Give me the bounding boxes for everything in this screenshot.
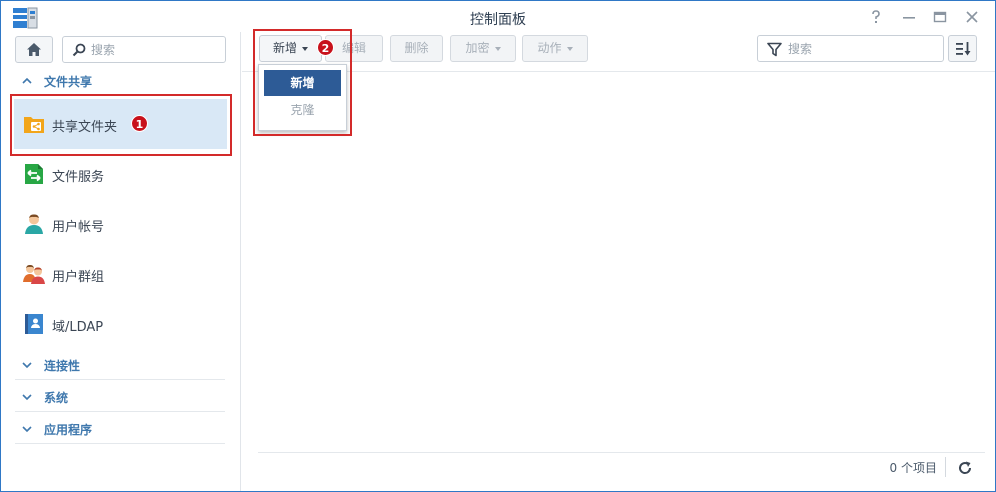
encrypt-button-label: 加密 <box>465 41 490 55</box>
section-applications[interactable]: 应用程序 <box>15 414 225 444</box>
file-services-icon <box>25 164 43 184</box>
sidebar-item-label: 用户帐号 <box>52 220 105 235</box>
chevron-down-icon <box>22 426 32 433</box>
sidebar-item-label: 文件服务 <box>52 170 105 185</box>
help-icon[interactable] <box>868 9 884 25</box>
section-label: 文件共享 <box>44 75 93 89</box>
sidebar-item-user-group[interactable]: 用户群组 <box>14 249 227 299</box>
section-label: 连接性 <box>44 359 81 373</box>
sort-icon <box>956 42 971 56</box>
shared-folder-list[interactable] <box>242 73 995 453</box>
sidebar-search-input[interactable] <box>91 41 221 59</box>
action-button[interactable]: 动作 <box>522 35 588 62</box>
delete-button-label: 删除 <box>404 41 429 55</box>
close-icon[interactable] <box>964 9 980 25</box>
sidebar-search[interactable] <box>62 36 226 63</box>
sidebar-item-file-services[interactable]: 文件服务 <box>14 149 227 199</box>
group-icon <box>23 264 45 284</box>
section-system[interactable]: 系统 <box>15 382 225 412</box>
home-icon <box>27 43 41 56</box>
home-button[interactable] <box>15 36 53 63</box>
refresh-icon[interactable] <box>957 460 973 476</box>
search-icon <box>72 43 86 57</box>
caret-down-icon <box>566 46 573 51</box>
title-bar[interactable]: 控制面板 <box>1 1 995 32</box>
action-button-label: 动作 <box>537 41 562 55</box>
sidebar-item-label: 用户群组 <box>52 270 105 285</box>
section-label: 应用程序 <box>44 423 93 437</box>
item-count: 0 个项目 <box>889 461 937 475</box>
sort-button[interactable] <box>948 35 977 62</box>
filter-search[interactable] <box>757 35 944 62</box>
encrypt-button[interactable]: 加密 <box>450 35 516 62</box>
section-file-sharing[interactable]: 文件共享 <box>15 66 225 96</box>
sidebar-item-domain-ldap[interactable]: 域/LDAP <box>14 299 227 349</box>
footer-separator <box>945 457 946 477</box>
toolbar: 新增 编辑 删除 加密 动作 <box>242 32 995 72</box>
sidebar-item-label: 域/LDAP <box>52 320 104 335</box>
delete-button[interactable]: 删除 <box>390 35 443 62</box>
domain-ldap-icon <box>25 314 43 334</box>
chevron-down-icon <box>22 394 32 401</box>
filter-icon <box>767 42 782 57</box>
annotation-highlight-box <box>253 29 352 136</box>
chevron-down-icon <box>22 362 32 369</box>
annotation-highlight-box <box>10 94 232 156</box>
list-footer: 0 个项目 <box>258 452 985 482</box>
window-title: 控制面板 <box>470 12 526 28</box>
minimize-icon[interactable] <box>901 9 917 25</box>
caret-down-icon <box>494 46 501 51</box>
filter-search-input[interactable] <box>788 40 938 58</box>
section-connectivity[interactable]: 连接性 <box>15 350 225 380</box>
chevron-up-icon <box>22 77 32 84</box>
maximize-icon[interactable] <box>932 9 948 25</box>
user-icon <box>25 214 43 234</box>
section-label: 系统 <box>44 391 69 405</box>
annotation-badge-2: 2 <box>317 39 334 56</box>
sidebar-item-user-account[interactable]: 用户帐号 <box>14 199 227 249</box>
control-panel-window: 控制面板 文件共享 <box>0 0 996 492</box>
